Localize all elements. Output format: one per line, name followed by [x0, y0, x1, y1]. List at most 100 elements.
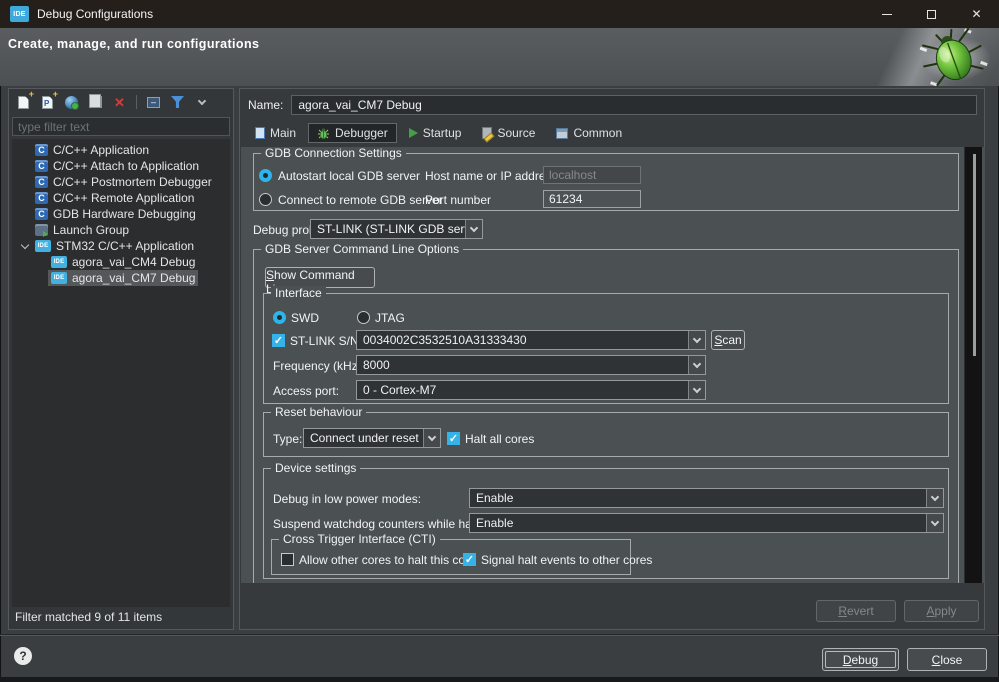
tab-source[interactable]: Source — [473, 123, 544, 143]
low-power-combo[interactable]: Enable — [469, 488, 944, 508]
swd-radio[interactable] — [273, 311, 286, 324]
name-input[interactable] — [291, 95, 977, 115]
new-launch-configuration-icon[interactable]: + — [14, 89, 34, 112]
header-banner: Create, manage, and run configurations — [0, 28, 999, 86]
tab-common[interactable]: Common — [547, 123, 631, 143]
signal-halt-checkbox[interactable] — [463, 553, 476, 566]
tree-item-c-postmortem[interactable]: C C/C++ Postmortem Debugger — [12, 174, 230, 190]
filter-icon[interactable] — [168, 93, 187, 112]
tab-label: Debugger — [335, 126, 388, 140]
combo-dropdown-button[interactable] — [688, 381, 705, 399]
filter-input[interactable] — [12, 117, 230, 136]
combo-dropdown-button[interactable] — [465, 220, 482, 238]
allow-halt-checkbox[interactable] — [281, 553, 294, 566]
combo-dropdown-button[interactable] — [926, 514, 943, 532]
watchdog-combo[interactable]: Enable — [469, 513, 944, 533]
scan-button[interactable]: Scan — [711, 330, 745, 350]
export-configuration-icon[interactable] — [62, 93, 81, 112]
remote-gdb-label: Connect to remote GDB server — [278, 193, 443, 207]
button-label: Scan — [714, 333, 742, 347]
tree-item-c-attach[interactable]: C C/C++ Attach to Application — [12, 158, 230, 174]
combo-dropdown-button[interactable] — [423, 429, 440, 447]
c-application-icon: C — [35, 208, 48, 220]
remote-gdb-radio[interactable] — [259, 193, 272, 206]
jtag-label: JTAG — [375, 311, 405, 325]
host-input[interactable] — [543, 166, 641, 184]
tree-item-label: Launch Group — [53, 223, 130, 237]
c-application-icon: C — [35, 176, 48, 188]
frequency-label: Frequency (kHz): — [273, 359, 366, 373]
configurations-tree: C C/C++ Application C C/C++ Attach to Appl… — [12, 139, 230, 607]
tab-debugger[interactable]: Debugger — [308, 123, 397, 143]
menu-dropdown-icon[interactable] — [192, 93, 211, 112]
tree-item-c-application[interactable]: C C/C++ Application — [12, 142, 230, 158]
dialog-footer: ? Debug Close — [0, 634, 999, 676]
revert-button[interactable]: Revert — [816, 600, 896, 622]
minimize-button[interactable] — [864, 0, 909, 28]
group-title: Interface — [271, 286, 326, 301]
combo-dropdown-button[interactable] — [926, 489, 943, 507]
toolbar-separator — [136, 95, 137, 109]
minimize-icon — [881, 13, 892, 15]
debug-probe-combo[interactable]: ST-LINK (ST-LINK GDB server) — [310, 219, 483, 239]
collapse-all-icon[interactable]: – — [144, 93, 163, 112]
bug-icon — [318, 127, 330, 139]
reset-type-value: Connect under reset — [310, 431, 419, 445]
ide-icon: IDE — [35, 240, 51, 252]
autostart-gdb-radio[interactable] — [259, 169, 272, 182]
halt-all-cores-checkbox[interactable] — [447, 432, 460, 445]
button-label: Close — [931, 652, 963, 667]
tab-label: Source — [497, 126, 536, 140]
tree-item-stm32-application[interactable]: IDE STM32 C/C++ Application — [12, 238, 230, 254]
maximize-button[interactable] — [909, 0, 954, 28]
button-label: Debug — [842, 652, 879, 667]
app-ide-icon: IDE — [10, 6, 29, 22]
tree-item-agora-cm4[interactable]: IDE agora_vai_CM4 Debug — [12, 254, 230, 270]
vertical-scrollbar[interactable] — [964, 147, 982, 583]
chevron-down-icon — [427, 432, 437, 441]
show-command-line-button[interactable]: Show Command Line — [265, 267, 375, 296]
scrollbar-thumb[interactable] — [973, 154, 976, 356]
debug-configurations-window: IDE Debug Configurations ✕ Create, manag… — [0, 0, 999, 682]
tab-startup[interactable]: Startup — [400, 123, 471, 143]
apply-button[interactable]: Apply — [904, 600, 979, 622]
port-input[interactable] — [543, 190, 641, 208]
tab-label: Main — [270, 126, 297, 140]
window-title: Debug Configurations — [37, 7, 154, 21]
stlink-sn-checkbox[interactable] — [272, 334, 285, 347]
frequency-combo[interactable]: 8000 — [356, 355, 706, 375]
access-port-combo[interactable]: 0 - Cortex-M7 — [356, 380, 706, 400]
tree-item-label: C/C++ Remote Application — [53, 191, 195, 205]
tab-main[interactable]: Main — [246, 123, 305, 143]
debug-button[interactable]: Debug — [822, 648, 899, 671]
host-label: Host name or IP address — [425, 169, 558, 183]
delete-icon[interactable]: ✕ — [110, 93, 129, 112]
close-dialog-button[interactable]: Close — [907, 648, 987, 671]
reset-type-combo[interactable]: Connect under reset — [303, 428, 441, 448]
new-prototype-icon[interactable]: P + — [38, 89, 58, 112]
help-icon[interactable]: ? — [14, 647, 32, 665]
combo-dropdown-button[interactable] — [688, 356, 705, 374]
tree-item-gdb-hardware[interactable]: C GDB Hardware Debugging — [12, 206, 230, 222]
access-port-value: 0 - Cortex-M7 — [363, 383, 437, 397]
button-label: Apply — [926, 604, 957, 618]
duplicate-icon[interactable] — [86, 93, 105, 112]
group-title: Reset behaviour — [271, 405, 367, 420]
name-label: Name: — [248, 98, 284, 112]
sidebar-toolbar: + P + ✕ – — [9, 89, 233, 115]
tree-item-agora-cm7[interactable]: IDE agora_vai_CM7 Debug — [12, 270, 230, 286]
tree-item-label: C/C++ Postmortem Debugger — [53, 175, 212, 189]
jtag-radio[interactable] — [357, 311, 370, 324]
ide-icon: IDE — [51, 272, 67, 284]
chevron-down-icon — [692, 359, 702, 368]
stlink-sn-combo[interactable]: 0034002C3532510A31333430 — [356, 330, 706, 350]
funnel-glyph — [171, 96, 184, 108]
stlink-sn-value: 0034002C3532510A31333430 — [363, 333, 527, 347]
halt-all-cores-label: Halt all cores — [465, 432, 535, 446]
combo-dropdown-button[interactable] — [688, 331, 705, 349]
tree-item-c-remote[interactable]: C C/C++ Remote Application — [12, 190, 230, 206]
tree-expander[interactable] — [18, 240, 32, 249]
tree-item-launch-group[interactable]: Launch Group — [12, 222, 230, 238]
chevron-down-icon — [930, 492, 940, 501]
close-button[interactable]: ✕ — [954, 0, 999, 28]
